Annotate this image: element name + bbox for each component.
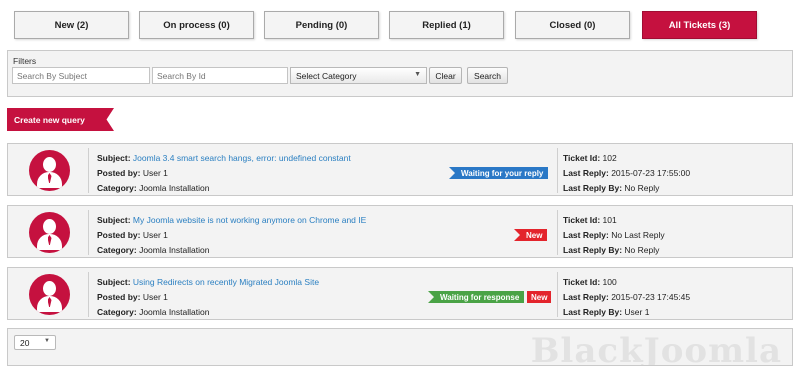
divider xyxy=(88,210,89,255)
ticket-category: Category: Joomla Installation xyxy=(97,183,209,193)
watermark-logo: BlackJoomla xyxy=(530,331,782,366)
search-id-input[interactable] xyxy=(152,67,288,84)
last-reply-value: No Last Reply xyxy=(611,230,665,240)
tab-all-tickets[interactable]: All Tickets (3) xyxy=(642,11,757,39)
category-select-value: Select Category xyxy=(296,70,357,81)
tab-closed[interactable]: Closed (0) xyxy=(515,11,630,39)
last-reply: Last Reply: 2015-07-23 17:45:45 xyxy=(563,292,690,302)
tab-replied[interactable]: Replied (1) xyxy=(389,11,504,39)
filters-panel: Filters Select Category ▼ Clear Search xyxy=(7,50,793,97)
subject-label: Subject: xyxy=(97,215,131,225)
ticket-row: Subject: Using Redirects on recently Mig… xyxy=(7,267,793,320)
ticket-subject: Subject: My Joomla website is not workin… xyxy=(97,215,366,225)
last-reply-value: 2015-07-23 17:45:45 xyxy=(611,292,691,302)
subject-label: Subject: xyxy=(97,153,131,163)
status-badge: Waiting for response xyxy=(428,291,525,303)
ticket-id-value: 100 xyxy=(602,277,617,287)
category-label: Category: xyxy=(97,245,137,255)
last-reply-value: 2015-07-23 17:55:00 xyxy=(611,168,691,178)
ticket-posted-by: Posted by: User 1 xyxy=(97,230,168,240)
clear-button[interactable]: Clear xyxy=(429,67,462,84)
ticket-subject-link[interactable]: Joomla 3.4 smart search hangs, error: un… xyxy=(133,153,351,163)
ticket-row: Subject: Joomla 3.4 smart search hangs, … xyxy=(7,143,793,196)
last-reply-by-value: User 1 xyxy=(624,307,650,317)
posted-by-value: User 1 xyxy=(142,230,168,240)
posted-by-label: Posted by: xyxy=(97,230,141,240)
chevron-down-icon: ▼ xyxy=(414,71,421,78)
ticket-subject: Subject: Using Redirects on recently Mig… xyxy=(97,277,319,287)
ticket-subject-link[interactable]: My Joomla website is not working anymore… xyxy=(133,215,366,225)
divider xyxy=(88,272,89,317)
list-limit-select[interactable]: 20 ▼ xyxy=(14,335,56,350)
last-reply-by-label: Last Reply By: xyxy=(563,245,623,255)
user-avatar-icon xyxy=(29,274,70,315)
ticket-category: Category: Joomla Installation xyxy=(97,307,209,317)
last-reply-by-value: No Reply xyxy=(624,183,660,193)
ticket-subject: Subject: Joomla 3.4 smart search hangs, … xyxy=(97,153,351,163)
category-label: Category: xyxy=(97,307,137,317)
list-limit-value: 20 xyxy=(20,337,30,348)
tab-pending[interactable]: Pending (0) xyxy=(264,11,379,39)
category-value: Joomla Installation xyxy=(139,245,210,255)
last-reply-label: Last Reply: xyxy=(563,168,609,178)
create-new-query-button[interactable]: Create new query xyxy=(7,108,114,131)
ticket-id-label: Ticket Id: xyxy=(563,153,601,163)
ticket-id-label: Ticket Id: xyxy=(563,215,601,225)
tab-new[interactable]: New (2) xyxy=(14,11,129,39)
last-reply: Last Reply: No Last Reply xyxy=(563,230,665,240)
category-value: Joomla Installation xyxy=(139,183,210,193)
status-badge: Waiting for your reply xyxy=(449,167,549,179)
posted-by-value: User 1 xyxy=(142,292,168,302)
ticket-subject-link[interactable]: Using Redirects on recently Migrated Joo… xyxy=(133,277,319,287)
status-badge: New xyxy=(514,229,548,241)
subject-label: Subject: xyxy=(97,277,131,287)
last-reply-by-value: No Reply xyxy=(624,245,660,255)
ticket-id: Ticket Id: 101 xyxy=(563,215,617,225)
filters-title: Filters xyxy=(13,56,37,66)
last-reply: Last Reply: 2015-07-23 17:55:00 xyxy=(563,168,690,178)
last-reply-by-label: Last Reply By: xyxy=(563,183,623,193)
posted-by-value: User 1 xyxy=(142,168,168,178)
last-reply-label: Last Reply: xyxy=(563,230,609,240)
tab-on-process[interactable]: On process (0) xyxy=(139,11,254,39)
divider xyxy=(557,272,558,317)
last-reply-by: Last Reply By: User 1 xyxy=(563,307,649,317)
status-badge-new: New xyxy=(527,291,552,303)
ticket-id: Ticket Id: 102 xyxy=(563,153,617,163)
last-reply-by: Last Reply By: No Reply xyxy=(563,183,659,193)
ticket-category: Category: Joomla Installation xyxy=(97,245,209,255)
ticket-id-value: 101 xyxy=(602,215,617,225)
chevron-down-icon: ▼ xyxy=(44,338,50,344)
category-select[interactable]: Select Category ▼ xyxy=(290,67,427,84)
last-reply-label: Last Reply: xyxy=(563,292,609,302)
search-subject-input[interactable] xyxy=(12,67,150,84)
pagination-bar: 20 ▼ BlackJoomla xyxy=(7,328,793,366)
ticket-posted-by: Posted by: User 1 xyxy=(97,168,168,178)
divider xyxy=(88,148,89,193)
category-label: Category: xyxy=(97,183,137,193)
user-avatar-icon xyxy=(29,212,70,253)
ticket-id-label: Ticket Id: xyxy=(563,277,601,287)
divider xyxy=(557,210,558,255)
ticket-id-value: 102 xyxy=(602,153,617,163)
ticket-row: Subject: My Joomla website is not workin… xyxy=(7,205,793,258)
user-avatar-icon xyxy=(29,150,70,191)
posted-by-label: Posted by: xyxy=(97,292,141,302)
last-reply-by: Last Reply By: No Reply xyxy=(563,245,659,255)
ticket-posted-by: Posted by: User 1 xyxy=(97,292,168,302)
posted-by-label: Posted by: xyxy=(97,168,141,178)
divider xyxy=(557,148,558,193)
search-button[interactable]: Search xyxy=(467,67,508,84)
status-tabs: New (2) On process (0) Pending (0) Repli… xyxy=(11,11,791,39)
last-reply-by-label: Last Reply By: xyxy=(563,307,623,317)
ticket-id: Ticket Id: 100 xyxy=(563,277,617,287)
category-value: Joomla Installation xyxy=(139,307,210,317)
